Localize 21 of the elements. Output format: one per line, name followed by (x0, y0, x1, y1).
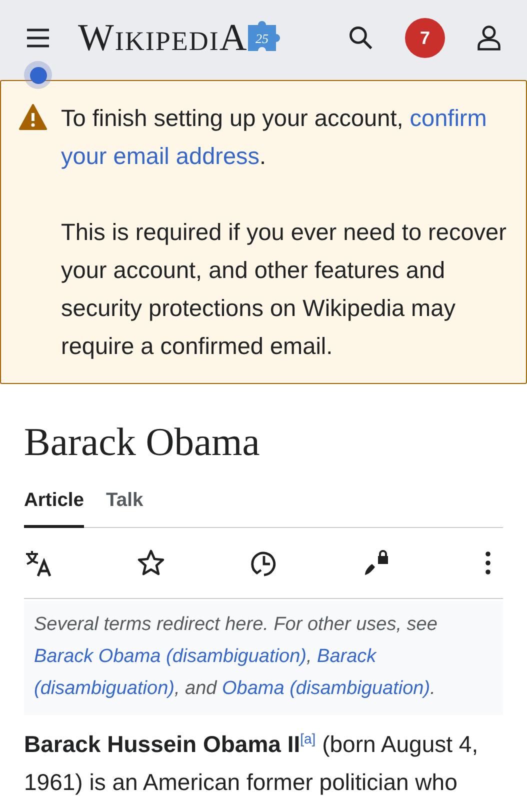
tab[interactable]: Article (24, 481, 84, 528)
lead-paragraph: Barack Hussein Obama II$^{[a]}$ (born August 4, 1961) is an American former politician who (24, 729, 480, 797)
confirm-email-link[interactable]: your email address (61, 143, 260, 169)
star-icon[interactable] (136, 548, 166, 578)
page-title: Barack Obama (24, 420, 261, 464)
wikipedia-wordmark[interactable]: WikipediA (78, 19, 248, 57)
disambiguation-link[interactable]: Barack Obama (disambiguation) (34, 646, 306, 667)
notice-text: To finish setting up your account, confirm your email address. (61, 104, 488, 171)
confirm-email-link[interactable]: confirm (410, 105, 487, 131)
hatnote: Several terms redirect here. For other uses, see Barack Obama (disambiguation), Barack (disambiguation), and Obama (disambiguation). (24, 601, 503, 715)
user-icon[interactable] (475, 24, 503, 52)
warning-icon (19, 104, 47, 130)
search-icon[interactable] (347, 24, 375, 52)
disambiguation-link[interactable]: Barack (317, 646, 376, 667)
tab[interactable]: Talk (106, 481, 144, 528)
disambiguation-link[interactable]: Obama (disambiguation) (222, 678, 430, 699)
notice-text: This is required if you ever need to recover your account, and other features and security protections on Wikipedia may require a confirmed email. (61, 218, 508, 361)
footnote-link[interactable]: [a] (300, 731, 316, 757)
translate-icon[interactable] (24, 548, 54, 578)
disambiguation-link[interactable]: (disambiguation) (34, 678, 174, 699)
notification-badge[interactable]: 7 (405, 18, 445, 58)
